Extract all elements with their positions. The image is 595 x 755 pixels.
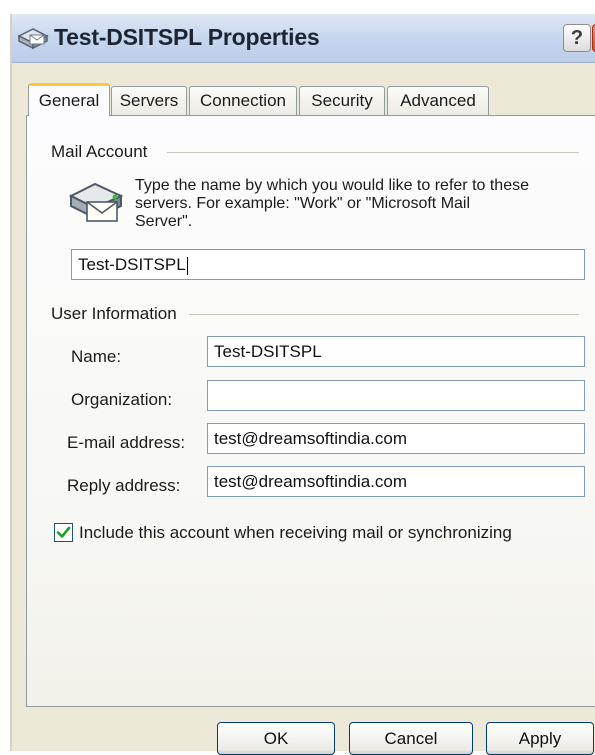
mail-account-icon bbox=[16, 25, 50, 51]
mail-account-divider bbox=[167, 152, 579, 153]
mail-account-description-line-1: Type the name by which you would like to… bbox=[135, 177, 529, 194]
general-tab-panel: Mail Account Type the name by which you … bbox=[26, 115, 595, 707]
account-name-value: Test-DSITSPL bbox=[78, 255, 186, 274]
user-information-divider bbox=[189, 314, 579, 315]
organization-input[interactable] bbox=[207, 380, 585, 411]
ok-button[interactable]: OK bbox=[217, 722, 335, 755]
cancel-button[interactable]: Cancel bbox=[349, 722, 473, 755]
name-label: Name: bbox=[71, 347, 122, 366]
tab-advanced[interactable]: Advanced bbox=[387, 86, 489, 115]
mail-account-section-label: Mail Account bbox=[51, 142, 148, 161]
tab-security[interactable]: Security bbox=[299, 86, 385, 115]
screenshot-frame: Test-DSITSPL Properties ? General Server… bbox=[0, 0, 595, 755]
mail-account-description-line-2: servers. For example: "Work" or "Microso… bbox=[135, 195, 471, 212]
checkmark-icon bbox=[56, 526, 71, 538]
include-account-checkbox[interactable] bbox=[54, 523, 73, 542]
tab-connection[interactable]: Connection bbox=[189, 86, 297, 115]
properties-dialog: Test-DSITSPL Properties ? General Server… bbox=[10, 14, 595, 755]
mail-account-description-line-3: Server". bbox=[135, 213, 193, 230]
name-input[interactable]: Test-DSITSPL bbox=[207, 336, 585, 367]
title-bar[interactable]: Test-DSITSPL Properties ? bbox=[12, 14, 595, 63]
tab-servers[interactable]: Servers bbox=[111, 86, 187, 115]
user-information-section-label: User Information bbox=[51, 304, 177, 323]
organization-label: Organization: bbox=[71, 390, 173, 409]
email-address-label: E-mail address: bbox=[67, 433, 186, 452]
reply-address-input[interactable]: test@dreamsoftindia.com bbox=[207, 466, 585, 497]
tab-general[interactable]: General bbox=[28, 83, 110, 116]
email-address-input[interactable]: test@dreamsoftindia.com bbox=[207, 423, 585, 454]
apply-button[interactable]: Apply bbox=[486, 722, 594, 755]
mail-server-icon bbox=[65, 174, 127, 230]
text-caret bbox=[186, 256, 188, 275]
reply-address-label: Reply address: bbox=[67, 476, 181, 495]
window-title: Test-DSITSPL Properties bbox=[54, 24, 320, 50]
account-name-input[interactable]: Test-DSITSPL bbox=[71, 249, 585, 280]
include-account-label[interactable]: Include this account when receiving mail… bbox=[79, 523, 512, 543]
help-button[interactable]: ? bbox=[563, 24, 591, 52]
